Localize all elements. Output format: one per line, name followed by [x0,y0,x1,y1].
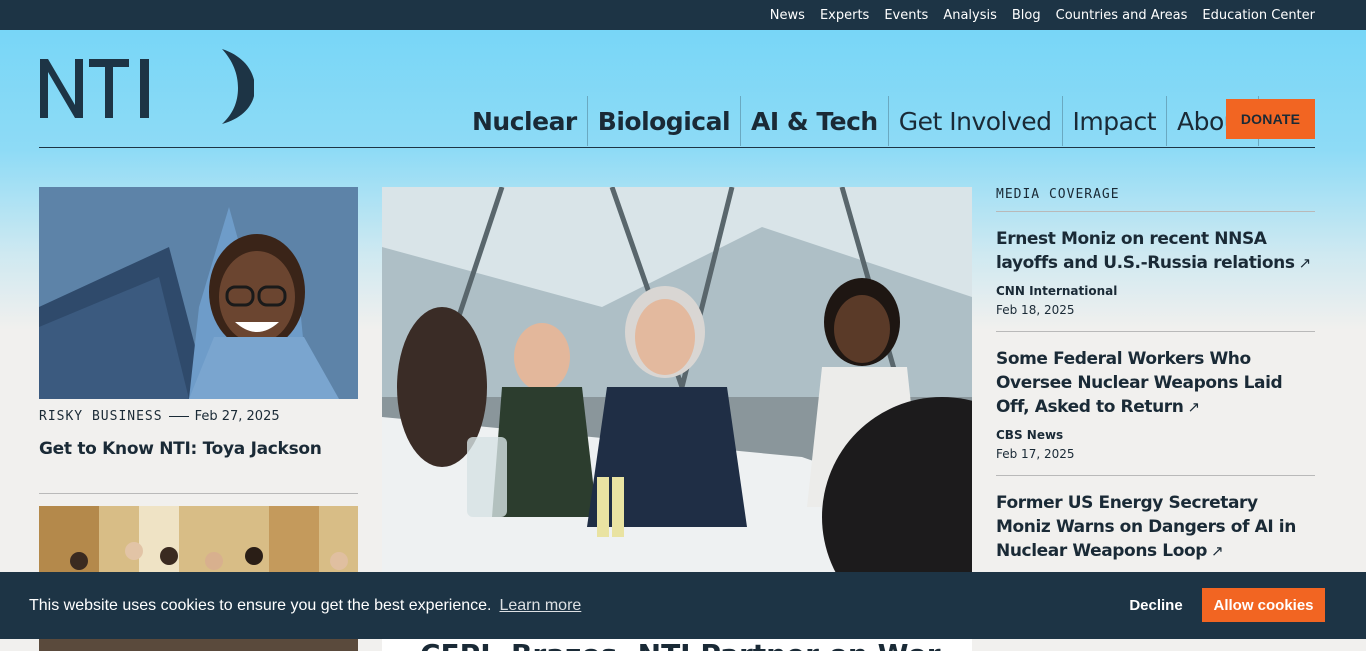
media-item-date: Feb 18, 2025 [996,303,1075,317]
external-link-icon: ↗ [1211,542,1224,560]
cookie-learn-more-link[interactable]: Learn more [499,597,581,615]
media-item-date: Feb 17, 2025 [996,447,1075,461]
nav-get-involved[interactable]: Get Involved [889,96,1063,146]
external-link-icon: ↗ [1187,398,1201,416]
media-item-title[interactable]: Ernest Moniz on recent NNSA layoffs and … [996,227,1315,275]
story-meta: RISKY BUSINESS Feb 27, 2025 [39,409,280,424]
utility-link-education[interactable]: Education Center [1202,8,1315,23]
nav-nuclear[interactable]: Nuclear [472,96,588,146]
cookie-allow-button[interactable]: Allow cookies [1202,588,1325,622]
nav-ai-tech[interactable]: AI & Tech [741,96,889,146]
utility-link-blog[interactable]: Blog [1012,8,1041,23]
card-divider [39,493,358,494]
nav-impact[interactable]: Impact [1063,96,1167,146]
main-nav: Nuclear Biological AI & Tech Get Involve… [472,96,1315,146]
nti-logo[interactable] [39,46,255,126]
media-item[interactable]: Former US Energy Secretary Moniz Warns o… [996,476,1315,577]
cookie-decline-button[interactable]: Decline [1115,588,1197,622]
media-item[interactable]: Some Federal Workers Who Oversee Nuclear… [996,332,1315,476]
utility-link-countries[interactable]: Countries and Areas [1056,8,1188,23]
story-image-toya-jackson[interactable] [39,187,358,399]
donate-button[interactable]: DONATE [1226,99,1315,139]
utility-link-experts[interactable]: Experts [820,8,869,23]
utility-nav: News Experts Events Analysis Blog Countr… [0,0,1366,30]
media-coverage-heading: MEDIA COVERAGE [996,187,1315,212]
media-coverage: MEDIA COVERAGE Ernest Moniz on recent NN… [996,187,1315,577]
media-item-source: CNN International [996,284,1118,298]
media-item-source: CBS News [996,428,1064,442]
meta-dash [168,416,189,417]
utility-link-analysis[interactable]: Analysis [943,8,997,23]
external-link-icon: ↗ [1298,254,1312,272]
nav-biological[interactable]: Biological [588,96,742,146]
story-category[interactable]: RISKY BUSINESS [39,409,163,424]
utility-link-events[interactable]: Events [884,8,928,23]
story-title[interactable]: Get to Know NTI: Toya Jackson [39,439,322,459]
nav-divider [39,147,1315,148]
cookie-message: This website uses cookies to ensure you … [29,596,492,614]
media-item-title[interactable]: Some Federal Workers Who Oversee Nuclear… [996,347,1315,419]
feature-image[interactable] [382,187,972,587]
cookie-banner: This website uses cookies to ensure you … [0,572,1366,639]
media-item[interactable]: Ernest Moniz on recent NNSA layoffs and … [996,212,1315,332]
media-item-title[interactable]: Former US Energy Secretary Moniz Warns o… [996,491,1315,563]
utility-link-news[interactable]: News [770,8,805,23]
feature-title[interactable]: CEPI, Brazos, NTI Partner on Wor [420,638,941,651]
story-date: Feb 27, 2025 [194,409,280,424]
